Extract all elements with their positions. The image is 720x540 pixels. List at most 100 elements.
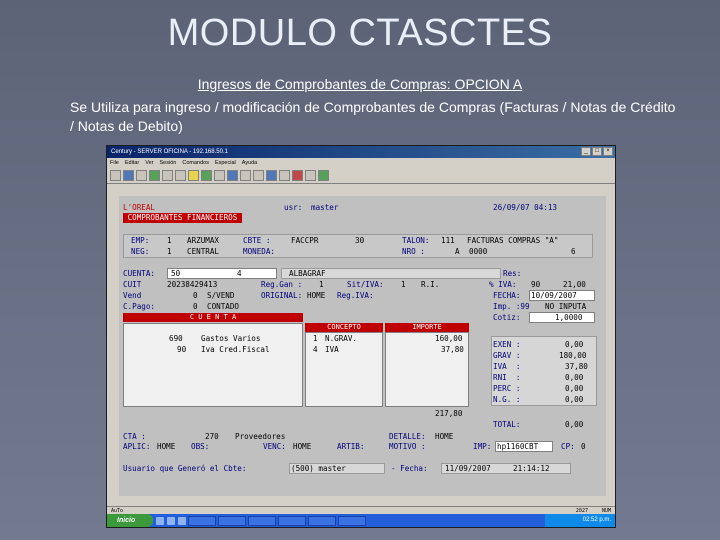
pct-iva-value[interactable]: 90 <box>531 280 540 290</box>
grid-row-2-concepto[interactable]: IVA <box>325 345 339 355</box>
total-grav-label: GRAV : <box>493 351 521 360</box>
user-value: master <box>311 203 339 212</box>
grid-row-1-concepto[interactable]: N.GRAV. <box>325 334 357 344</box>
menu-sesion[interactable]: Sesión <box>160 158 177 168</box>
datetime: 26/09/07 04:13 <box>493 203 558 212</box>
fecha-value[interactable]: 10/09/2007 <box>531 291 577 301</box>
total-ng-value: 0,00 <box>565 395 584 404</box>
copy-icon[interactable] <box>214 170 225 181</box>
grid-row-1-cta[interactable]: 690 <box>169 334 183 344</box>
taskbar-item[interactable] <box>248 515 276 526</box>
aplic-label: APLIC: <box>123 442 151 451</box>
cbte-value[interactable]: FACCPR <box>291 236 318 246</box>
macro-icon[interactable] <box>201 170 212 181</box>
terminal-window: Century - SERVER OFICINA - 192.168.50.1 … <box>106 145 616 528</box>
menu-ayuda[interactable]: Ayuda <box>242 158 258 168</box>
slide-title: MODULO CTASCTES <box>167 12 553 54</box>
menu-especial[interactable]: Especial <box>215 158 236 168</box>
emp-name[interactable]: ARZUMAX <box>187 236 219 246</box>
grid-header-importe: IMPORTE <box>385 323 469 332</box>
menu-ver[interactable]: Ver <box>145 158 153 168</box>
sit-iva-value[interactable]: 1 <box>401 280 406 290</box>
cta-value[interactable]: 270 <box>205 432 219 442</box>
new-icon[interactable] <box>110 170 121 181</box>
cotiz-value[interactable]: 1,0000 <box>555 313 582 323</box>
grid-row-2-con[interactable]: 4 <box>313 345 318 355</box>
desktop-icon[interactable] <box>156 516 164 525</box>
nro-label: NRO : <box>402 247 425 256</box>
browser-icon[interactable] <box>167 516 175 525</box>
total-rni-value: 0,00 <box>565 373 584 382</box>
grid-row-1-con[interactable]: 1 <box>313 334 318 344</box>
reg-gan-label: Reg.Gan : <box>261 280 303 289</box>
cotiz-label: Cotiz: <box>493 313 521 322</box>
talon-num[interactable]: 111 <box>441 236 455 246</box>
footer-fecha: 11/09/2007 <box>445 464 491 473</box>
aplic-value[interactable]: HOME <box>157 442 175 452</box>
disconnect-icon[interactable] <box>162 170 173 181</box>
maximize-icon[interactable]: □ <box>592 147 602 156</box>
footer-time: 21:14:12 <box>513 464 550 473</box>
cuit-value[interactable]: 20238429413 <box>167 280 217 290</box>
keyboard-icon[interactable] <box>266 170 277 181</box>
vend-value[interactable]: 0 <box>193 291 198 301</box>
nro-extra: 6 <box>571 247 576 256</box>
emp-code[interactable]: 1 <box>167 236 172 246</box>
minimize-icon[interactable]: _ <box>581 147 591 156</box>
folder-icon[interactable] <box>188 170 199 181</box>
taskbar-item[interactable] <box>338 515 366 526</box>
original-value[interactable]: HOME <box>307 291 325 301</box>
cuenta-name: ALBAGRAF <box>289 269 326 278</box>
emp-label: EMP: <box>131 236 150 245</box>
grid-row-1-nombre[interactable]: Gastos Varios <box>201 334 260 344</box>
cbte-num[interactable]: 30 <box>355 236 364 246</box>
save-icon[interactable] <box>136 170 147 181</box>
total-perc-label: PERC : <box>493 384 521 393</box>
taskbar-item[interactable] <box>218 515 246 526</box>
close-icon[interactable]: × <box>603 147 613 156</box>
footer-user-label: Usuario que Generó el Cbte: <box>123 464 247 473</box>
cuit-label: CUIT <box>123 280 142 289</box>
menu-file[interactable]: File <box>110 158 119 168</box>
open-icon[interactable] <box>123 170 134 181</box>
grid-row-2-nombre[interactable]: Iva Cred.Fiscal <box>201 345 270 355</box>
taskbar-item[interactable] <box>308 515 336 526</box>
obs-label: OBS: <box>191 442 210 451</box>
grid-row-2-importe[interactable]: 37,80 <box>441 345 464 355</box>
capture-icon[interactable] <box>279 170 290 181</box>
total-iva-value: 37,80 <box>565 362 588 371</box>
connect-icon[interactable] <box>149 170 160 181</box>
stop-icon[interactable] <box>292 170 303 181</box>
taskbar-item[interactable] <box>188 515 216 526</box>
reg-gan-value[interactable]: 1 <box>319 280 324 290</box>
total-grav-value: 180,00 <box>559 351 587 360</box>
find-icon[interactable] <box>240 170 251 181</box>
taskbar-item[interactable] <box>278 515 306 526</box>
cuenta-sub[interactable]: 4 <box>237 269 242 279</box>
back-icon[interactable] <box>305 170 316 181</box>
paste-icon[interactable] <box>227 170 238 181</box>
grid-row-1-importe[interactable]: 160,00 <box>435 334 462 344</box>
detalle-value[interactable]: HOME <box>435 432 453 442</box>
neg-code[interactable]: 1 <box>167 247 172 257</box>
grid-row-2-cta[interactable]: 90 <box>177 345 186 355</box>
nro-value[interactable]: 0000 <box>469 247 487 257</box>
print-icon[interactable] <box>175 170 186 181</box>
slide-description: Se Utiliza para ingreso / modificación d… <box>70 99 676 134</box>
imp-label: Imp. :99 <box>493 302 530 311</box>
mail-icon[interactable] <box>178 516 186 525</box>
menu-editar[interactable]: Editar <box>125 158 139 168</box>
cpago-value[interactable]: 0 <box>193 302 198 312</box>
imp2-value[interactable]: hp1160CBT <box>497 442 538 452</box>
cp-value[interactable]: 0 <box>581 442 586 452</box>
nro-letter[interactable]: A <box>455 247 460 257</box>
res-label: Res: <box>503 269 522 278</box>
venc-value[interactable]: HOME <box>293 442 311 452</box>
menu-comandos[interactable]: Comandos <box>182 158 209 168</box>
settings-icon[interactable] <box>253 170 264 181</box>
vend-label: Vend <box>123 291 142 300</box>
play-icon[interactable] <box>318 170 329 181</box>
cuenta-num[interactable]: 50 <box>171 269 180 279</box>
neg-name[interactable]: CENTRAL <box>187 247 219 257</box>
start-button[interactable]: Inicio <box>107 514 153 527</box>
